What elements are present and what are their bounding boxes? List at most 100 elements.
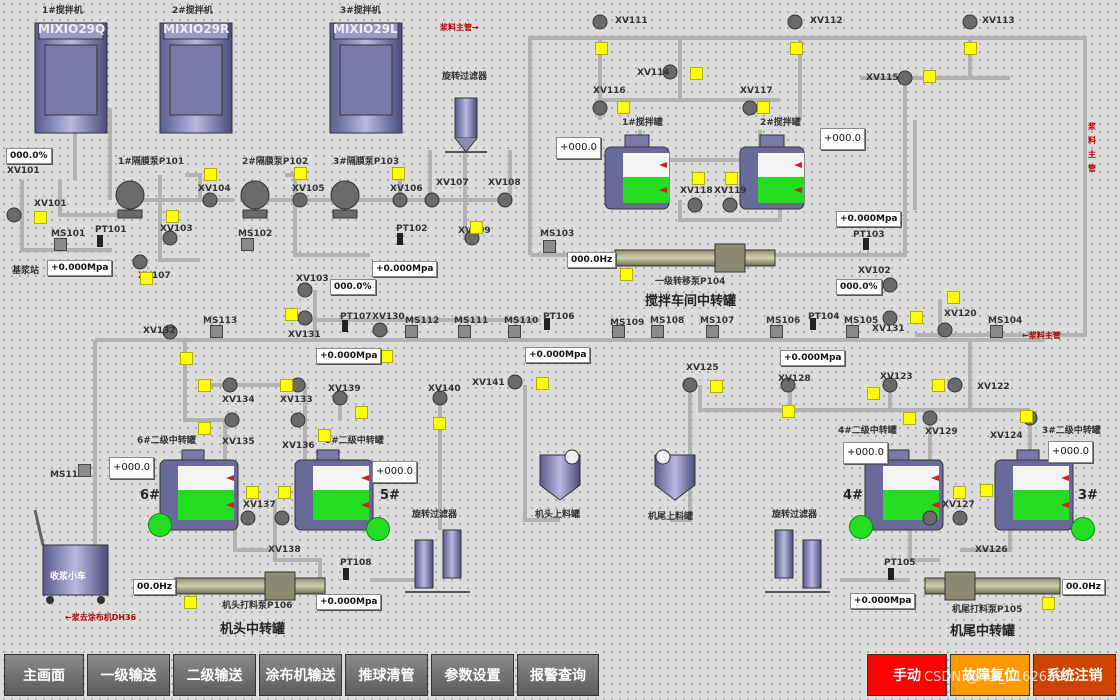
tail-pump-label: 机尾打料泵P105	[952, 605, 1023, 615]
xv130-button[interactable]	[380, 350, 393, 363]
xv111-button[interactable]	[595, 42, 608, 55]
tag-xv130: XV130	[372, 312, 405, 322]
screw-pump-p105	[924, 571, 1061, 601]
xv127-button[interactable]	[953, 486, 966, 499]
xv112-button[interactable]	[790, 42, 803, 55]
xv101-button[interactable]	[34, 211, 47, 224]
tag-pt103: PT103	[853, 230, 885, 240]
xv118-button[interactable]	[692, 172, 705, 185]
filter-top-label: 旋转过滤器	[442, 72, 488, 82]
tank-6	[159, 449, 239, 531]
xv138-button[interactable]	[278, 486, 291, 499]
nav-level2[interactable]: 二级输送	[173, 654, 256, 696]
xv136-button[interactable]	[318, 429, 331, 442]
xv126-button[interactable]	[980, 484, 993, 497]
tag-xv101b: XV101	[34, 199, 67, 209]
ms105-indicator	[846, 325, 859, 338]
pump-p103	[330, 180, 360, 219]
xv124-button[interactable]	[1020, 410, 1033, 423]
base-pressure-readout: +0.000Mpa	[47, 260, 113, 276]
tag-xv116: XV116	[593, 86, 626, 96]
head-feed-tank	[539, 449, 581, 501]
xv122-button[interactable]	[932, 379, 945, 392]
nav-coater[interactable]: 涂布机输送	[259, 654, 342, 696]
xv140-button[interactable]	[433, 417, 446, 430]
xv137-button[interactable]	[246, 486, 259, 499]
row1-pressure-readout: +0.000Mpa	[316, 348, 382, 364]
xv109-button[interactable]	[470, 221, 483, 234]
tank-5-title: 5#二级中转罐	[325, 436, 384, 446]
section-top-title: 搅拌车间中转罐	[645, 294, 737, 309]
tag-xv118: XV118	[680, 186, 713, 196]
xv106-button[interactable]	[392, 167, 405, 180]
head-frequency-readout: 00.0Hz	[133, 579, 176, 595]
head-pump-label: 机头打料泵P106	[222, 601, 293, 611]
nav-alarms[interactable]: 报警查询	[517, 654, 599, 696]
xv114-button[interactable]	[690, 67, 703, 80]
xv134-button[interactable]	[198, 379, 211, 392]
nav-pigging[interactable]: 推球清管	[345, 654, 428, 696]
tank-2-readout: +000.0	[820, 128, 866, 150]
xv133-button[interactable]	[280, 379, 293, 392]
tank-1-title: 1#搅拌罐	[622, 118, 663, 128]
xv115-button[interactable]	[923, 70, 936, 83]
tank-6-readout: +000.0	[109, 457, 155, 479]
xv116-button[interactable]	[617, 101, 630, 114]
tag-xv127: XV127	[942, 500, 975, 510]
xv123-button[interactable]	[867, 387, 880, 400]
section-tail-title: 机尾中转罐	[950, 624, 1016, 639]
tank-3-readout: +000.0	[1048, 441, 1094, 463]
p104-button[interactable]	[620, 268, 633, 281]
pump-p101	[115, 180, 145, 219]
tag-xv101: XV101	[7, 166, 40, 176]
agitator-tank-1	[604, 134, 670, 210]
tail-frequency-readout: 00.0Hz	[1062, 579, 1105, 595]
nav-parameters[interactable]: 参数设置	[431, 654, 514, 696]
pump-p103-label: 3#隔膜泵P103	[333, 157, 400, 167]
xv131-button[interactable]	[285, 308, 298, 321]
to-coater-label: ←浆去涂布机DH36	[65, 613, 137, 622]
xv121-button[interactable]	[910, 311, 923, 324]
xv135-button[interactable]	[198, 422, 211, 435]
xv129-button[interactable]	[903, 412, 916, 425]
tag-xv128: XV128	[778, 374, 811, 384]
xv128-button[interactable]	[782, 405, 795, 418]
xv103-button[interactable]	[166, 210, 179, 223]
tank-4-readout: +000.0	[843, 442, 889, 464]
agitator-tank-2	[739, 134, 805, 210]
tank-3-status-light	[1071, 517, 1095, 541]
tag-xv120: XV120	[944, 309, 977, 319]
mixer-2-title: 2#搅拌机	[172, 6, 213, 16]
tank-3-title: 3#二级中转罐	[1042, 426, 1101, 436]
ms107-indicator	[706, 325, 719, 338]
xv120-top-button[interactable]	[947, 291, 960, 304]
mixer-1-title: 1#搅拌机	[42, 6, 83, 16]
p106-button[interactable]	[184, 596, 197, 609]
xv103-percent-readout: 000.0%	[330, 279, 376, 295]
tag-xv138: XV138	[268, 545, 301, 555]
p105-button[interactable]	[1042, 597, 1055, 610]
tag-xv132: XV132	[143, 326, 176, 336]
tag-xv107: XV107	[436, 178, 469, 188]
tag-xv125: XV125	[686, 363, 719, 373]
mixer-1-model: MIXIO29Q	[38, 22, 106, 36]
xv117-button[interactable]	[757, 101, 770, 114]
tag-xv113: XV113	[982, 16, 1015, 26]
mixer-2	[159, 22, 233, 134]
xv141-button[interactable]	[536, 377, 549, 390]
xv139-button[interactable]	[355, 406, 368, 419]
xv104-button[interactable]	[204, 168, 217, 181]
tag-xv114: XV114	[637, 68, 670, 78]
xv125-button[interactable]	[710, 380, 723, 393]
mixer-3-title: 3#搅拌机	[340, 6, 381, 16]
tank-5-status-light	[366, 517, 390, 541]
nav-main[interactable]: 主画面	[4, 654, 84, 696]
xv132-button[interactable]	[180, 352, 193, 365]
tag-xv131: XV131	[288, 330, 321, 340]
xv105-button[interactable]	[294, 167, 307, 180]
xv113-button[interactable]	[964, 42, 977, 55]
xv107b-button[interactable]	[140, 272, 153, 285]
tank-4-status-light	[849, 515, 873, 539]
xv119-button[interactable]	[725, 172, 738, 185]
nav-level1[interactable]: 一级输送	[87, 654, 170, 696]
